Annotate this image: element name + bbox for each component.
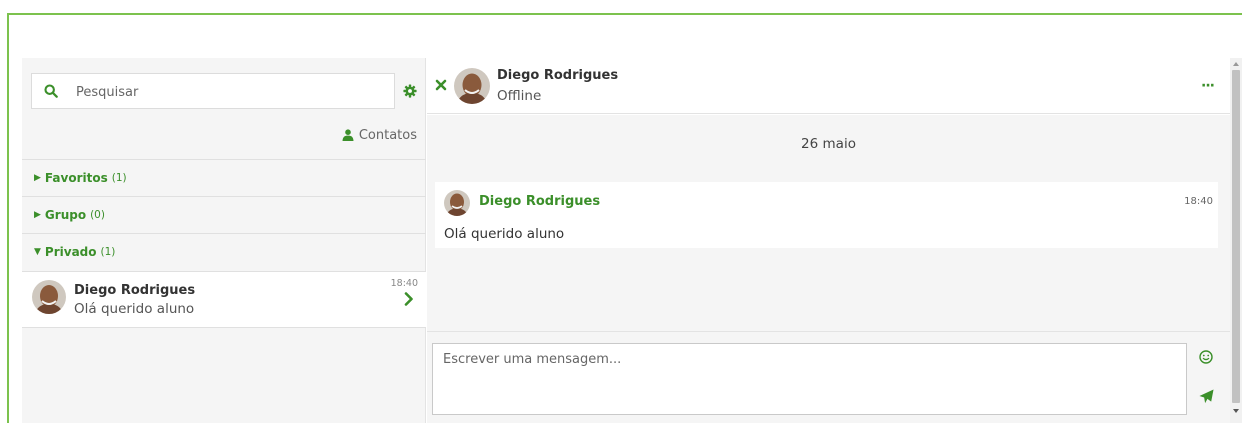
message-time: 18:40: [1184, 196, 1213, 207]
more-options-button[interactable]: ···: [1201, 78, 1215, 94]
scroll-up-icon[interactable]: [1233, 62, 1239, 66]
date-separator: 26 maio: [801, 136, 856, 152]
scrollbar[interactable]: [1230, 58, 1242, 423]
caret-right-icon: ▶: [34, 210, 41, 220]
conversation-name: Diego Rodrigues: [74, 283, 196, 298]
conversation-item[interactable]: Diego Rodrigues Olá querido aluno 18:40: [22, 271, 426, 328]
message-item: Diego Rodrigues 18:40 Olá querido aluno: [435, 182, 1218, 248]
message-input[interactable]: [432, 343, 1187, 415]
section-label: Privado: [44, 245, 97, 259]
conversation-time: 18:40: [390, 278, 418, 289]
chat-contact-name: Diego Rodrigues: [497, 68, 619, 83]
contacts-label: Contatos: [358, 127, 417, 143]
user-icon: [342, 129, 354, 141]
chat-panel: Diego Rodrigues Offline ··· 26 maio Dieg…: [427, 58, 1230, 423]
search-input[interactable]: [76, 82, 376, 102]
smile-icon[interactable]: [1199, 350, 1213, 364]
chat-header: Diego Rodrigues Offline ···: [427, 58, 1230, 114]
contacts-link[interactable]: Contatos: [342, 126, 417, 144]
section-label: Grupo: [44, 208, 87, 222]
avatar: [32, 280, 66, 314]
caret-right-icon: ▶: [34, 173, 41, 183]
chevron-right-icon: [404, 292, 413, 306]
section-count: (1): [100, 246, 116, 258]
chat-contact-status: Offline: [497, 88, 542, 104]
section-favoritos[interactable]: ▶ Favoritos (1): [22, 159, 426, 196]
caret-down-icon: ▼: [34, 247, 41, 257]
message-sender: Diego Rodrigues: [479, 194, 601, 209]
avatar: [444, 190, 470, 216]
scroll-down-icon[interactable]: [1233, 409, 1239, 413]
section-count: (0): [90, 209, 105, 221]
message-composer: [427, 331, 1230, 423]
section-label: Favoritos: [44, 171, 108, 185]
conversation-list-panel: Contatos ▶ Favoritos (1) ▶ Grupo (0) ▼ P…: [22, 58, 426, 423]
search-icon: [44, 84, 58, 98]
section-privado[interactable]: ▼ Privado (1): [22, 233, 426, 270]
close-icon[interactable]: [435, 79, 447, 91]
message-area: 26 maio Diego Rodrigues 18:40 Olá querid…: [427, 115, 1230, 331]
avatar: [454, 68, 490, 104]
send-icon[interactable]: [1199, 389, 1214, 404]
section-count: (1): [111, 172, 127, 184]
gear-icon[interactable]: [403, 84, 417, 98]
conversation-preview: Olá querido aluno: [74, 301, 195, 317]
section-grupo[interactable]: ▶ Grupo (0): [22, 196, 426, 233]
message-text: Olá querido aluno: [444, 226, 565, 242]
scrollbar-thumb[interactable]: [1232, 70, 1240, 403]
search-box[interactable]: [31, 73, 395, 109]
